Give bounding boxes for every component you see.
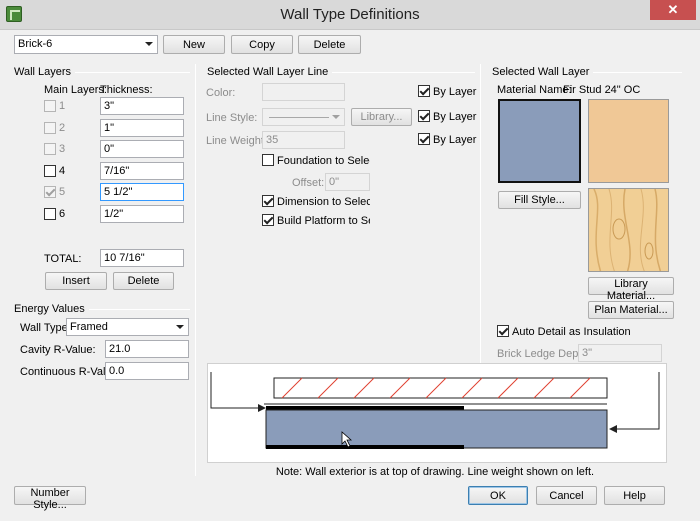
- cavity-r-field[interactable]: 21.0: [105, 340, 189, 358]
- new-button[interactable]: New: [163, 35, 225, 54]
- delete-layer-button[interactable]: Delete: [113, 272, 174, 290]
- line-style-label: Line Style:: [206, 112, 258, 124]
- wall-preview-drawing: [210, 372, 660, 449]
- line-weight-field[interactable]: 35: [262, 131, 345, 149]
- build-platform-label: Build Platform to Select: [277, 215, 370, 227]
- wall-preview: [207, 363, 667, 463]
- delete-type-button[interactable]: Delete: [298, 35, 361, 54]
- chevron-down-icon: [332, 115, 340, 119]
- weight-by-layer-checkbox[interactable]: [418, 133, 430, 145]
- layer-number: 2: [59, 122, 66, 134]
- copy-button[interactable]: Copy: [231, 35, 293, 54]
- main-layer-checkbox[interactable]: [44, 100, 56, 112]
- layer-thickness-field[interactable]: 7/16": [100, 162, 184, 180]
- wood-texture-swatch[interactable]: [588, 188, 669, 272]
- foundation-label: Foundation to Selected: [277, 155, 370, 167]
- material-name-value: Fir Stud 24" OC: [563, 84, 641, 96]
- insert-layer-button[interactable]: Insert: [45, 272, 107, 290]
- line-style-select[interactable]: [262, 108, 345, 126]
- wall-layers-title: Wall Layers: [14, 66, 76, 78]
- style-by-layer-label: By Layer: [433, 111, 477, 123]
- color-label: Color:: [206, 87, 236, 99]
- chevron-down-icon: [145, 42, 153, 46]
- color-by-layer-checkbox[interactable]: [418, 85, 430, 97]
- fill-style-button[interactable]: Fill Style...: [498, 191, 581, 209]
- brick-ledge-field[interactable]: 3": [578, 344, 662, 362]
- line-style-preview: [269, 117, 329, 118]
- continuous-r-field[interactable]: 0.0: [105, 362, 189, 380]
- layer-number: 1: [59, 100, 66, 112]
- layer-number: 6: [59, 208, 66, 220]
- main-layer-checkbox[interactable]: [44, 165, 56, 177]
- total-field: 10 7/16": [100, 249, 184, 267]
- main-layer-checkbox[interactable]: [44, 122, 56, 134]
- library-material-button[interactable]: Library Material...: [588, 277, 674, 302]
- thickness-header: Thickness:: [100, 84, 153, 96]
- number-style-button[interactable]: Number Style...: [14, 486, 86, 511]
- layer-thickness-field[interactable]: 0": [100, 140, 184, 158]
- offset-field[interactable]: 0": [325, 173, 370, 191]
- cancel-button[interactable]: Cancel: [536, 486, 597, 505]
- energy-wall-type-label: Wall Type:: [20, 322, 71, 334]
- main-layer-checkbox[interactable]: [44, 143, 56, 155]
- wall-type-select[interactable]: Brick-6: [14, 35, 158, 54]
- line-library-button[interactable]: Library...: [351, 108, 412, 126]
- line-group-title: Selected Wall Layer Line: [207, 66, 333, 78]
- color-swatch-button[interactable]: [262, 83, 345, 101]
- layer-thickness-field[interactable]: 1": [100, 119, 184, 137]
- main-layer-checkbox[interactable]: [44, 208, 56, 220]
- layer-thickness-field[interactable]: 5 1/2": [100, 183, 184, 201]
- weight-by-layer-label: By Layer: [433, 134, 477, 146]
- foundation-checkbox[interactable]: [262, 154, 274, 166]
- brick-ledge-label: Brick Ledge Depth:: [497, 348, 591, 360]
- auto-detail-label: Auto Detail as Insulation: [512, 326, 631, 338]
- main-layers-header: Main Layers:: [44, 84, 107, 96]
- ok-button[interactable]: OK: [468, 486, 528, 505]
- wood-grain-texture: [589, 189, 668, 271]
- layer-thickness-field[interactable]: 3": [100, 97, 184, 115]
- dimension-label: Dimension to Selected L: [277, 196, 370, 208]
- material-name-label: Material Name:: [497, 84, 572, 96]
- chevron-down-icon: [176, 325, 184, 329]
- layer-number: 4: [59, 165, 66, 177]
- layer-number: 5: [59, 186, 66, 198]
- material-color-swatch[interactable]: [588, 99, 669, 183]
- layer-number: 3: [59, 143, 66, 155]
- color-by-layer-label: By Layer: [433, 86, 477, 98]
- close-button[interactable]: ✕: [650, 0, 696, 20]
- total-label: TOTAL:: [44, 253, 82, 265]
- offset-label: Offset:: [292, 177, 325, 189]
- fill-style-swatch[interactable]: [498, 99, 581, 183]
- energy-values-title: Energy Values: [14, 303, 89, 315]
- layer-thickness-field[interactable]: 1/2": [100, 205, 184, 223]
- style-by-layer-checkbox[interactable]: [418, 110, 430, 122]
- preview-note: Note: Wall exterior is at top of drawing…: [275, 466, 595, 478]
- energy-wall-type-value: Framed: [70, 321, 108, 333]
- help-button[interactable]: Help: [604, 486, 665, 505]
- auto-detail-checkbox[interactable]: [497, 325, 509, 337]
- dimension-checkbox[interactable]: [262, 195, 274, 207]
- cavity-r-label: Cavity R-Value:: [20, 344, 96, 356]
- window-title: Wall Type Definitions: [280, 6, 420, 23]
- energy-wall-type-select[interactable]: Framed: [66, 318, 189, 336]
- wall-type-select-value: Brick-6: [18, 38, 53, 50]
- right-separator: [480, 64, 481, 364]
- left-separator: [195, 64, 196, 476]
- build-platform-checkbox[interactable]: [262, 214, 274, 226]
- plan-material-button[interactable]: Plan Material...: [588, 301, 674, 319]
- layer-group-title: Selected Wall Layer: [492, 66, 594, 78]
- main-layer-checkbox[interactable]: [44, 186, 56, 198]
- line-weight-label: Line Weight:: [206, 135, 267, 147]
